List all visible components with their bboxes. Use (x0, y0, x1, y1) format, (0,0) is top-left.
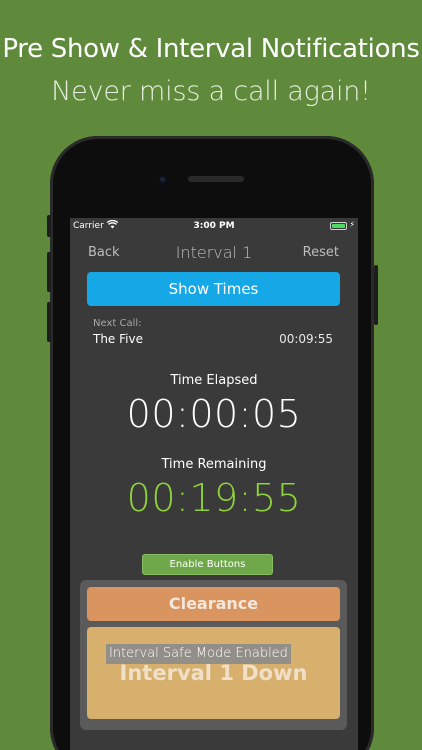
reset-button[interactable]: Reset (303, 245, 339, 260)
power-button (374, 265, 378, 325)
app-screen: Carrier 3:00 PM ⚡ Back Interval 1 Reset … (70, 218, 358, 750)
next-call-label: Next Call: (93, 318, 142, 329)
time-elapsed-value: 00:00:05 (126, 392, 302, 436)
speaker-grille (188, 176, 244, 182)
navigation-bar: Back Interval 1 Reset (70, 242, 358, 264)
safe-mode-overlay: Interval Safe Mode Enabled (106, 644, 291, 664)
interval-down-button[interactable]: Interval 1 Down Interval Safe Mode Enabl… (87, 627, 340, 719)
volume-up-button (47, 252, 51, 292)
charging-bolt-icon: ⚡ (349, 220, 355, 229)
clearance-button[interactable]: Clearance (87, 587, 340, 621)
volume-down-button (47, 302, 51, 342)
next-call-time: 00:09:55 (279, 332, 333, 346)
time-elapsed-label: Time Elapsed (170, 373, 258, 388)
enable-buttons-button[interactable]: Enable Buttons (142, 554, 273, 575)
camera-icon (158, 175, 167, 184)
time-remaining-label: Time Remaining (161, 457, 267, 472)
promo-subheadline: Never miss a call again! (51, 76, 371, 107)
promo-headline: Pre Show & Interval Notifications (2, 34, 420, 64)
show-times-button[interactable]: Show Times (87, 272, 340, 306)
interval-down-label: Interval 1 Down (119, 661, 308, 685)
status-bar: Carrier 3:00 PM ⚡ (70, 218, 358, 234)
battery-icon (330, 222, 347, 230)
action-panel: Clearance Interval 1 Down Interval Safe … (80, 580, 347, 730)
time-remaining-value: 00:19:55 (126, 476, 302, 520)
status-time: 3:00 PM (193, 221, 235, 231)
next-call-name: The Five (93, 332, 143, 346)
mute-switch (47, 215, 51, 237)
